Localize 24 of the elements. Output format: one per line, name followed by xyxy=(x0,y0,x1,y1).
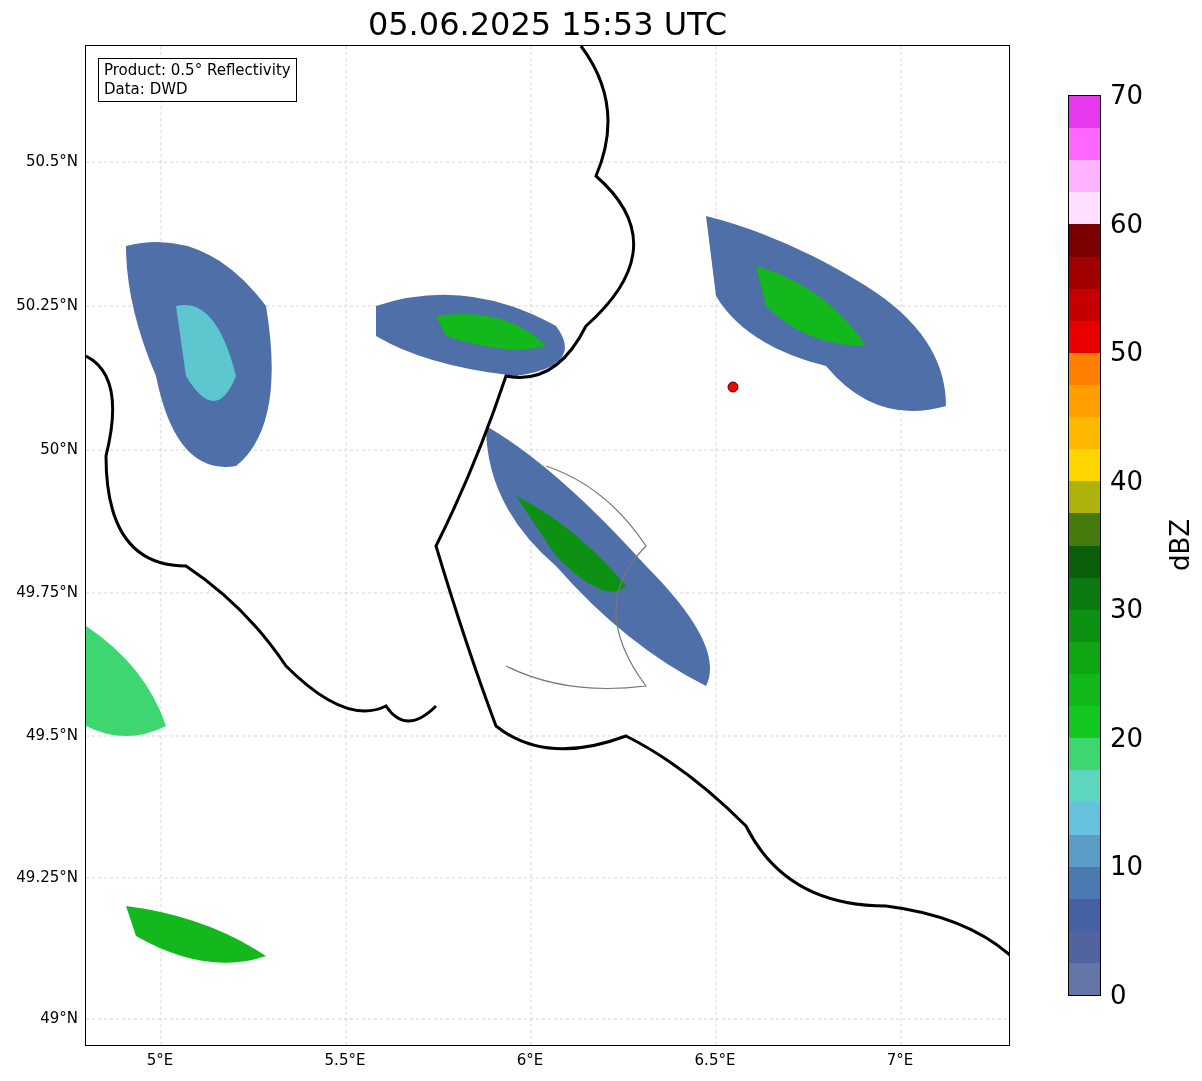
colorbar-tick-label: 10 xyxy=(1110,851,1144,882)
colorbar-tick-label: 60 xyxy=(1110,208,1144,239)
axis-tick-label: 50.5°N xyxy=(25,152,78,170)
axis-tick-label: 5.5°E xyxy=(323,1051,367,1069)
colorbar-tick-label: 50 xyxy=(1110,337,1144,368)
axis-tick-label: 6.5°E xyxy=(693,1051,737,1069)
chart-title: 05.06.2025 15:53 UTC xyxy=(366,4,729,44)
axis-tick-label: 50.25°N xyxy=(16,296,78,314)
colorbar-tick-label: 70 xyxy=(1110,80,1144,110)
legend-text: Product: 0.5° Reflectivity xyxy=(104,61,291,80)
axis-tick-label: 49.25°N xyxy=(16,868,78,886)
axis-tick-label: 49.5°N xyxy=(25,726,78,744)
colorbar-label: dBZ xyxy=(1165,517,1195,574)
axis-tick-label: 7°E xyxy=(885,1051,915,1069)
legend-text: Data: DWD xyxy=(104,80,189,99)
axis-tick-label: 49°N xyxy=(40,1009,78,1027)
axis-tick-label: 5°E xyxy=(145,1051,175,1069)
axis-tick-label: 50°N xyxy=(40,440,78,458)
colorbar-tick-label: 30 xyxy=(1110,594,1144,625)
colorbar-tick-label: 0 xyxy=(1110,980,1127,1010)
axis-tick-label: 49.75°N xyxy=(16,583,78,601)
colorbar-tick-label: 40 xyxy=(1110,465,1144,496)
axis-tick-label: 6°E xyxy=(515,1051,545,1069)
colorbar-tick-label: 20 xyxy=(1110,722,1144,753)
